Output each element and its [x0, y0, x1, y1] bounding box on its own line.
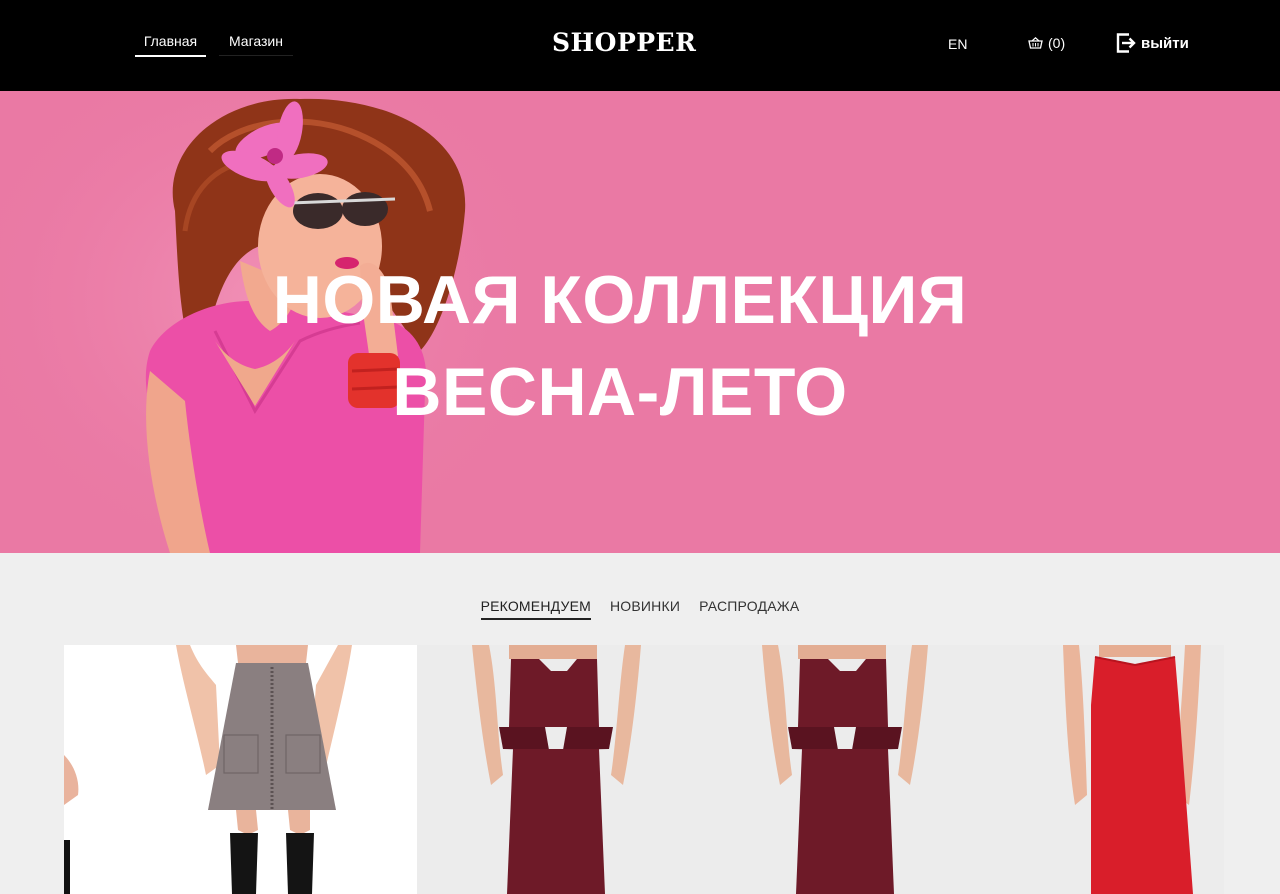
- header: Главная Магазин SHOPPER EN (0) выйти: [0, 0, 1280, 91]
- tab-sale[interactable]: РАСПРОДАЖА: [699, 598, 799, 620]
- hero-banner[interactable]: НОВАЯ КОЛЛЕКЦИЯ ВЕСНА-ЛЕТО: [0, 91, 1280, 553]
- product-card[interactable]: [128, 645, 417, 894]
- product-tabs: РЕКОМЕНДУЕМ НОВИНКИ РАСПРОДАЖА: [0, 598, 1280, 620]
- hero-title-line2: ВЕСНА-ЛЕТО: [392, 354, 848, 430]
- tab-recommended[interactable]: РЕКОМЕНДУЕМ: [480, 598, 591, 620]
- cart-count: (0): [1048, 35, 1066, 51]
- product-card[interactable]: [706, 645, 995, 894]
- logout-button[interactable]: выйти: [1116, 33, 1189, 53]
- product-card[interactable]: [995, 645, 1224, 894]
- product-image: [64, 645, 128, 894]
- product-carousel: [64, 645, 1224, 894]
- logout-icon: [1116, 33, 1136, 53]
- nav-shop[interactable]: Магазин: [219, 33, 293, 56]
- product-card[interactable]: [417, 645, 706, 894]
- language-switch[interactable]: EN: [948, 36, 967, 52]
- product-image: [128, 645, 417, 894]
- product-image: [417, 645, 706, 894]
- hero-title-line1: НОВАЯ КОЛЛЕКЦИЯ: [272, 262, 968, 338]
- hero-title: НОВАЯ КОЛЛЕКЦИЯ ВЕСНА-ЛЕТО: [0, 254, 1240, 438]
- cart-button[interactable]: (0): [1028, 35, 1065, 51]
- nav-home[interactable]: Главная: [135, 33, 206, 57]
- logo[interactable]: SHOPPER: [552, 28, 696, 57]
- product-image: [706, 645, 995, 894]
- product-card[interactable]: [64, 645, 128, 894]
- product-image: [995, 645, 1224, 894]
- basket-icon: [1028, 37, 1043, 49]
- logout-label: выйти: [1141, 34, 1189, 52]
- tab-new[interactable]: НОВИНКИ: [610, 598, 680, 620]
